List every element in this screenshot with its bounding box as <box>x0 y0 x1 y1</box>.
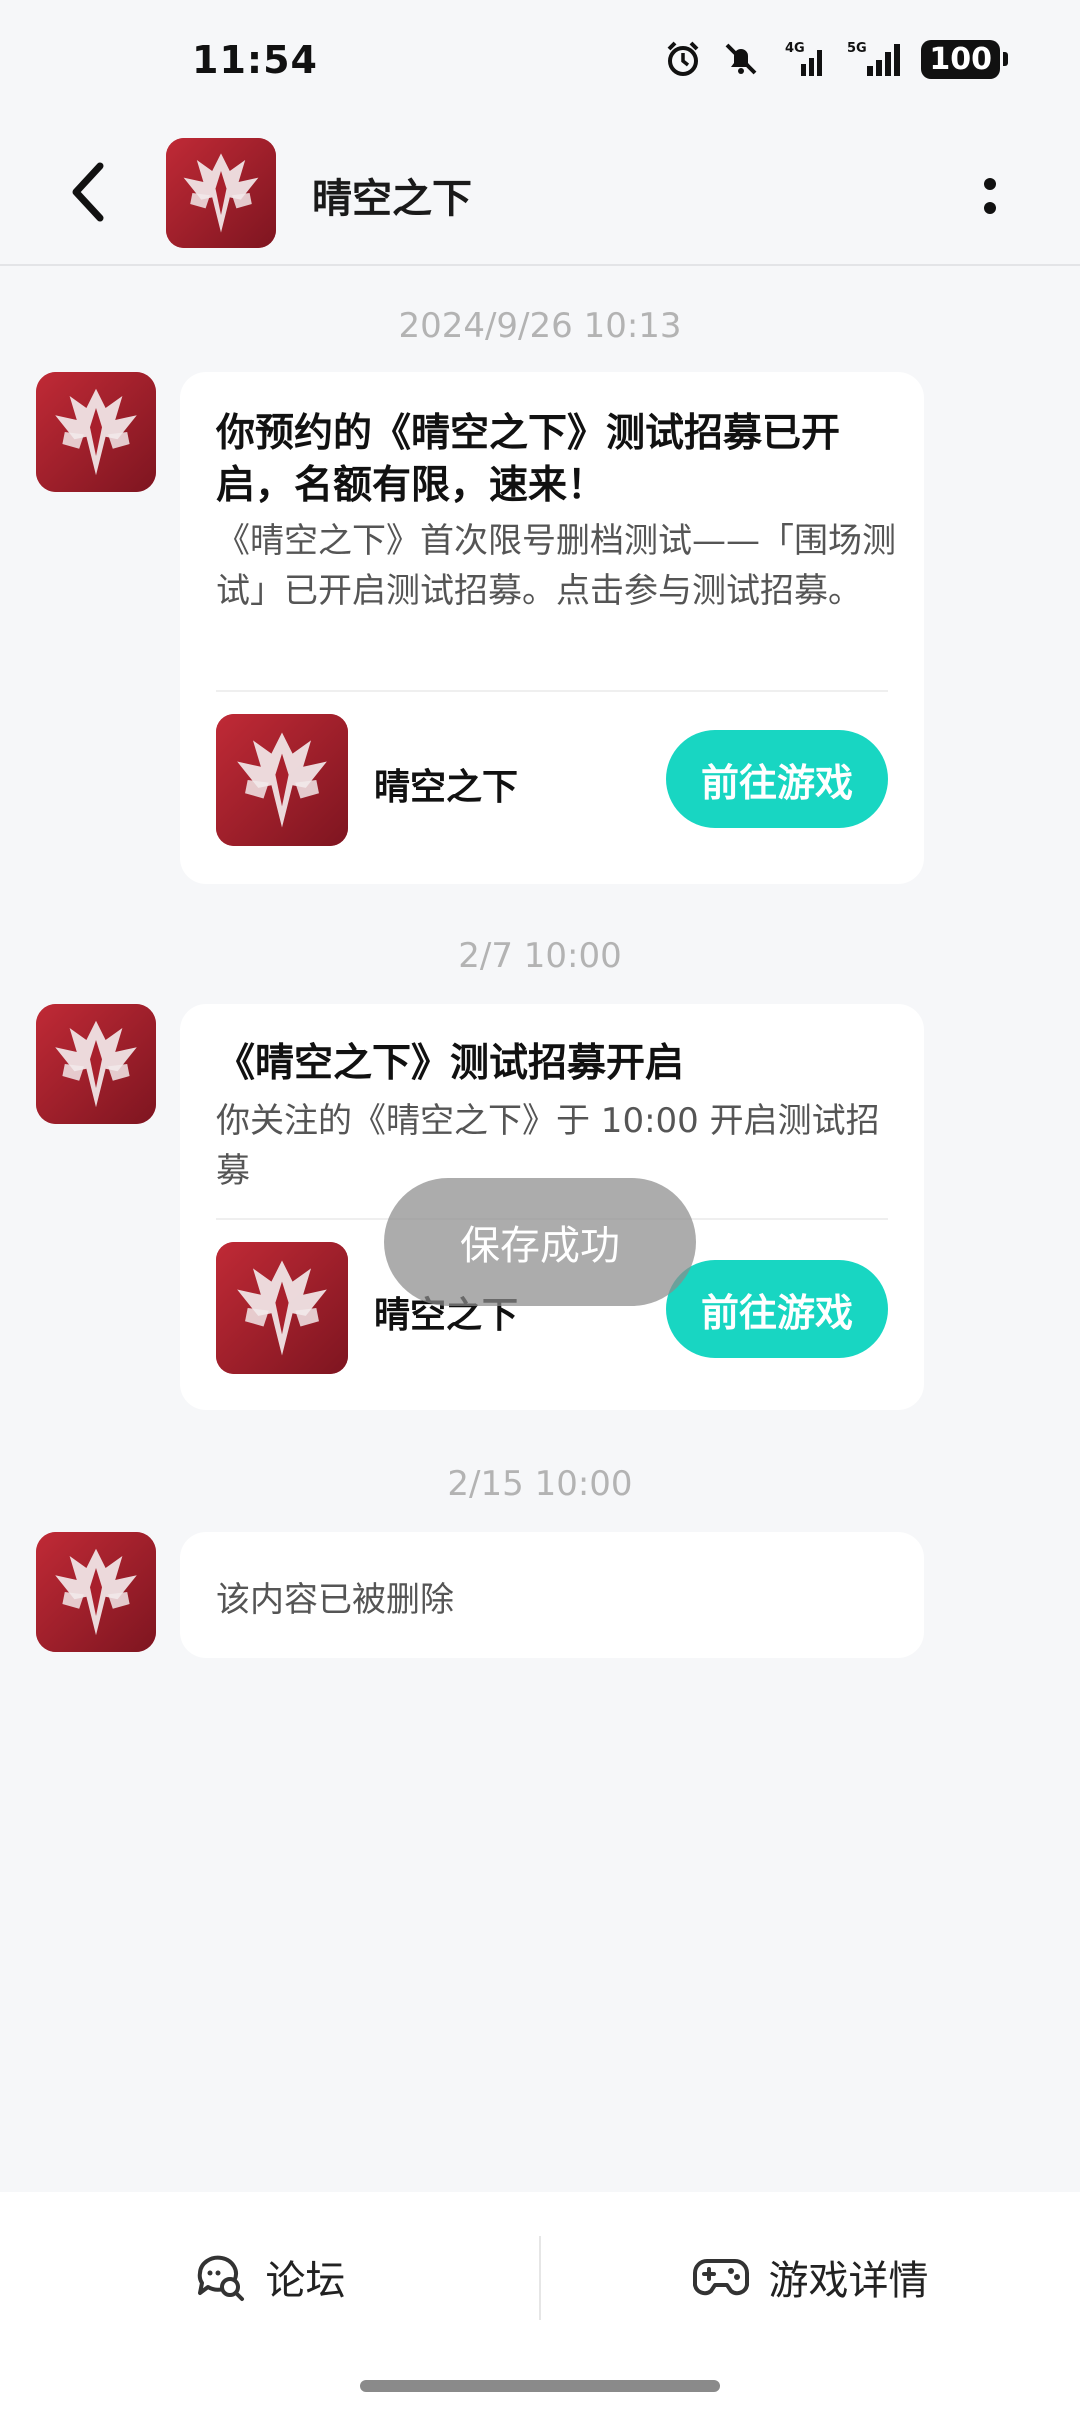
game-detail-button[interactable]: 游戏详情 <box>541 2192 1080 2362</box>
forum-label: 论坛 <box>265 2258 346 2304</box>
message-timestamp: 2/7 10:00 <box>458 936 622 976</box>
message-body: 《晴空之下》首次限号删档测试——「围场测试」已开启测试招募。点击参与测试招募。 <box>216 521 896 611</box>
status-icons: 4G 5G 100 <box>663 36 1008 82</box>
divider <box>216 690 888 692</box>
sender-avatar[interactable] <box>36 372 156 492</box>
more-button[interactable] <box>960 160 1020 232</box>
muted-bell-icon <box>721 39 761 79</box>
svg-text:4G: 4G <box>785 41 805 56</box>
header-game-avatar[interactable] <box>166 138 276 248</box>
bottom-action-bar: 论坛 游戏详情 <box>0 2192 1080 2412</box>
gamepad-icon <box>692 2259 749 2296</box>
alarm-icon <box>663 39 703 79</box>
status-bar: 11:54 4G 5G 100 <box>0 0 1080 120</box>
home-indicator[interactable] <box>360 2380 720 2392</box>
message-title: 你预约的《晴空之下》测试招募已开启，名额有限，速来！ <box>216 411 841 508</box>
battery-indicator: 100 <box>921 39 1008 79</box>
chevron-left-icon <box>72 162 104 222</box>
message-timestamp: 2024/9/26 10:13 <box>398 306 682 346</box>
forum-icon <box>197 2255 244 2301</box>
sender-avatar[interactable] <box>36 1004 156 1124</box>
game-detail-label: 游戏详情 <box>768 2258 929 2304</box>
message-card[interactable]: 你预约的《晴空之下》测试招募已开启，名额有限，速来！ 《晴空之下》首次限号删档测… <box>180 372 924 884</box>
signal-4g-icon: 4G <box>779 38 829 80</box>
back-button[interactable] <box>52 156 124 228</box>
message-title: 《晴空之下》测试招募开启 <box>216 1041 685 1086</box>
message-timestamp: 2/15 10:00 <box>447 1464 633 1504</box>
toast-message: 保存成功 <box>384 1178 696 1306</box>
deleted-message-text: 该内容已被删除 <box>216 1580 454 1620</box>
game-name: 晴空之下 <box>374 767 519 808</box>
game-icon[interactable] <box>216 714 348 846</box>
page-title: 晴空之下 <box>312 176 472 222</box>
message-card-deleted: 该内容已被删除 <box>180 1532 924 1658</box>
svg-text:5G: 5G <box>847 41 867 56</box>
go-to-game-button[interactable]: 前往游戏 <box>666 730 888 828</box>
status-time: 11:54 <box>192 38 318 82</box>
chat-header: 晴空之下 <box>0 120 1080 266</box>
forum-button[interactable]: 论坛 <box>0 2192 539 2362</box>
more-vertical-icon <box>984 178 996 214</box>
go-to-game-button[interactable]: 前往游戏 <box>666 1260 888 1358</box>
game-icon[interactable] <box>216 1242 348 1374</box>
signal-5g-icon: 5G <box>847 38 903 80</box>
sender-avatar[interactable] <box>36 1532 156 1652</box>
